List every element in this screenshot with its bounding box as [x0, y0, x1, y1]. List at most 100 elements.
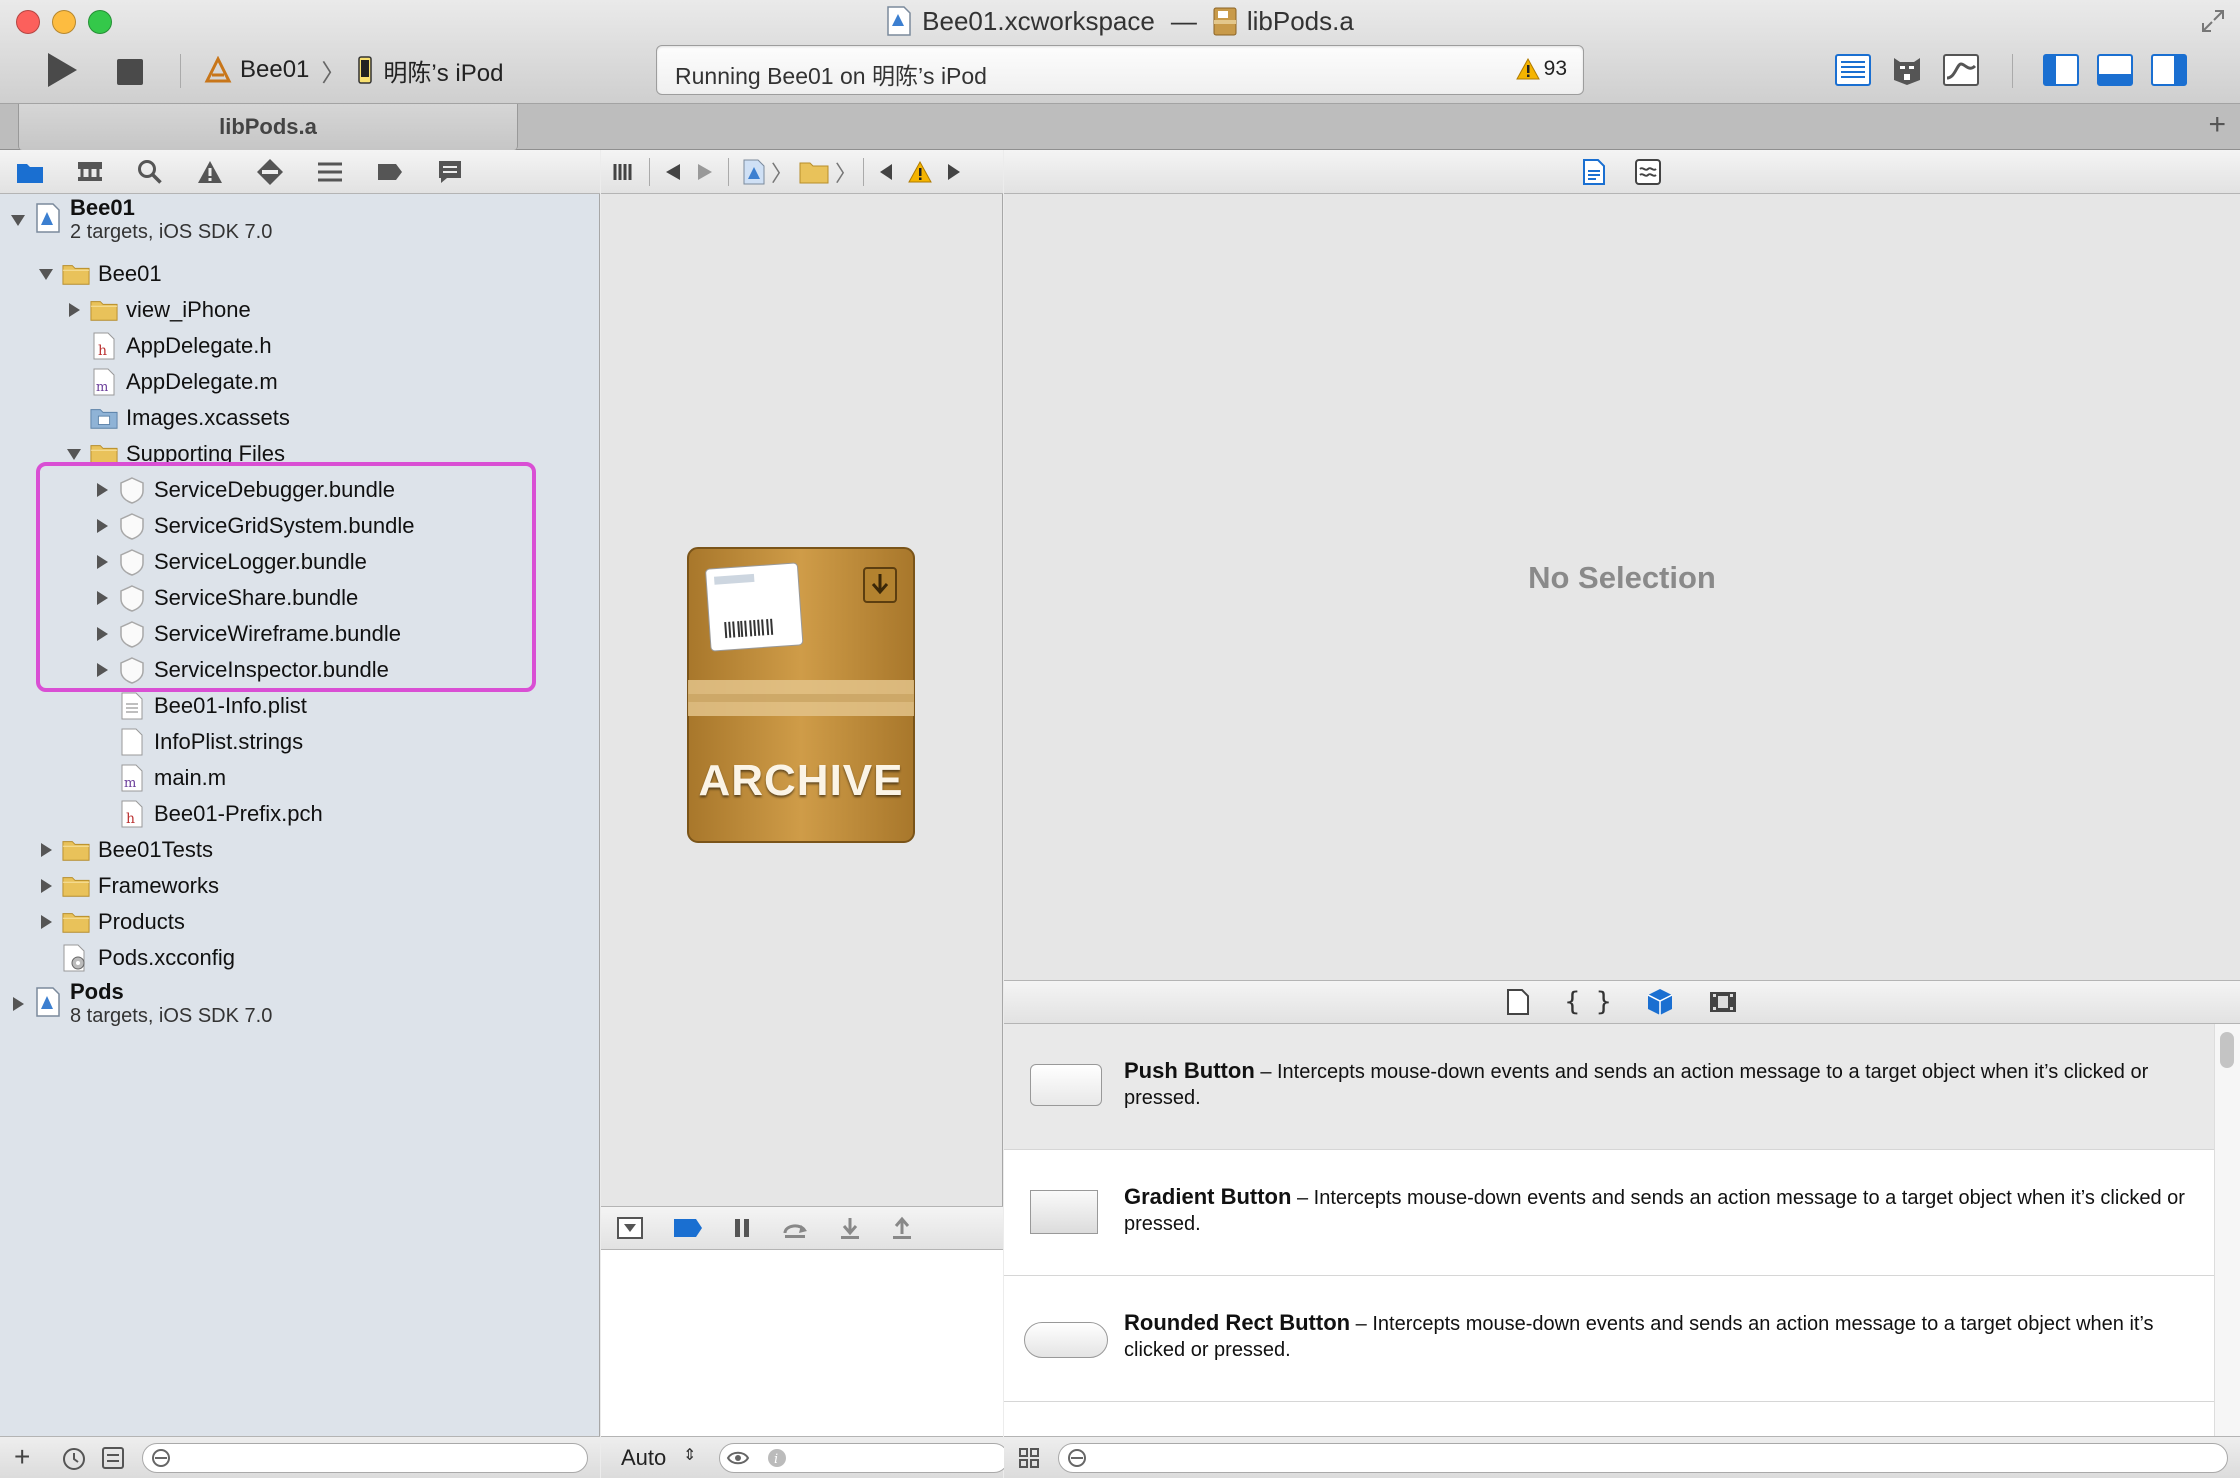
tree-item-label: Pods: [70, 979, 124, 1004]
library-item-gradient-button[interactable]: Gradient Button – Intercepts mouse-down …: [1004, 1150, 2214, 1276]
media-library-icon[interactable]: [1709, 990, 1737, 1014]
tree-item-project-bee01[interactable]: Bee01 2 targets, iOS SDK 7.0: [8, 196, 272, 250]
test-navigator-icon[interactable]: [240, 150, 300, 194]
step-out-icon[interactable]: [891, 1216, 913, 1240]
object-library-icon[interactable]: [1647, 988, 1673, 1016]
tree-item-file[interactable]: m main.m: [118, 760, 226, 796]
quick-help-icon[interactable]: [1635, 158, 1661, 185]
toggle-debug-area-icon[interactable]: [2088, 50, 2142, 90]
step-into-icon[interactable]: [839, 1216, 861, 1240]
library-item-rounded-rect-button[interactable]: Rounded Rect Button – Intercepts mouse-d…: [1004, 1276, 2214, 1402]
breakpoints-toggle-icon[interactable]: [673, 1217, 703, 1239]
back-arrow-icon[interactable]: [664, 162, 682, 182]
disclosure-collapsed-icon[interactable]: [36, 840, 56, 860]
tree-item-group-bee01tests[interactable]: Bee01Tests: [36, 832, 213, 868]
jump-bar: 〉 〉: [601, 150, 1003, 194]
tree-item-file[interactable]: m AppDelegate.m: [90, 364, 278, 400]
version-editor-icon[interactable]: [1934, 50, 1988, 90]
window-title: Bee01.xcworkspace — libPods.a: [0, 5, 2240, 37]
toolbar-divider: [2012, 54, 2013, 88]
step-over-icon[interactable]: [781, 1217, 809, 1239]
navigator-footer: +: [0, 1436, 600, 1478]
assistant-editor-icon[interactable]: [1880, 50, 1934, 90]
disclosure-expanded-icon[interactable]: [36, 264, 56, 284]
disclosure-expanded-icon[interactable]: [64, 444, 84, 464]
tree-item-file[interactable]: Bee01-Info.plist: [118, 688, 307, 724]
pause-icon[interactable]: [733, 1217, 751, 1239]
code-snippet-library-icon[interactable]: { }: [1565, 987, 1612, 1017]
file-title: libPods.a: [1246, 5, 1354, 36]
issue-navigator-icon[interactable]: [180, 150, 240, 194]
asset-catalog-icon: [90, 404, 118, 432]
next-issue-icon[interactable]: [946, 162, 962, 182]
breadcrumb-project-icon[interactable]: [743, 159, 765, 185]
run-button[interactable]: [42, 50, 82, 90]
tree-item-label: Pods.xcconfig: [98, 945, 235, 970]
workspace-title: Bee01.xcworkspace: [922, 5, 1155, 36]
disclosure-expanded-icon[interactable]: [8, 210, 28, 230]
svg-text:m: m: [124, 776, 136, 791]
breakpoint-navigator-icon[interactable]: [360, 150, 420, 194]
debug-navigator-icon[interactable]: [300, 150, 360, 194]
plist-icon: [118, 692, 146, 720]
console-filter-field[interactable]: i: [719, 1443, 1009, 1473]
tree-item-file[interactable]: InfoPlist.strings: [118, 724, 303, 760]
breadcrumb-chevron-icon: 〉: [771, 160, 794, 186]
tree-item-file[interactable]: Pods.xcconfig: [62, 940, 235, 976]
scheme-name[interactable]: Bee01: [240, 56, 309, 84]
fullscreen-icon[interactable]: [2200, 8, 2226, 34]
tree-item-project-pods[interactable]: Pods 8 targets, iOS SDK 7.0: [8, 980, 272, 1034]
tree-item-group-frameworks[interactable]: Frameworks: [36, 868, 219, 904]
add-file-button[interactable]: +: [14, 1441, 30, 1473]
toggle-navigator-icon[interactable]: [2034, 50, 2088, 90]
disclosure-collapsed-icon[interactable]: [36, 912, 56, 932]
tab-libpods[interactable]: libPods.a: [18, 104, 518, 150]
library-scrollbar[interactable]: [2214, 1024, 2240, 1436]
tree-item-file[interactable]: h Bee01-Prefix.pch: [118, 796, 323, 832]
disclosure-collapsed-icon[interactable]: [8, 994, 28, 1014]
strings-file-icon: [118, 728, 146, 756]
library-item-push-button[interactable]: Push Button – Intercepts mouse-down even…: [1004, 1024, 2214, 1150]
forward-arrow-icon[interactable]: [696, 162, 714, 182]
navigator-filter-field[interactable]: [142, 1443, 588, 1473]
file-inspector-icon[interactable]: [1583, 158, 1605, 185]
library-filter-field[interactable]: [1058, 1443, 2228, 1473]
warning-count-badge[interactable]: 93: [1515, 57, 1567, 81]
project-navigator-folder-icon[interactable]: [0, 150, 60, 194]
tree-item-file[interactable]: Images.xcassets: [90, 400, 290, 436]
scheme-selector[interactable]: Bee01 〉 明陈’s iPod: [204, 52, 503, 88]
folder-icon: [62, 260, 90, 288]
related-items-icon[interactable]: [613, 162, 635, 182]
search-icon[interactable]: [120, 150, 180, 194]
debug-console[interactable]: [601, 1250, 1003, 1436]
file-template-library-icon[interactable]: [1506, 989, 1529, 1015]
standard-editor-icon[interactable]: [1826, 50, 1880, 90]
breadcrumb-chevron-icon: 〉: [835, 160, 858, 186]
disclosure-collapsed-icon[interactable]: [64, 300, 84, 320]
tree-item-group-bee01[interactable]: Bee01: [36, 256, 162, 292]
add-tab-button[interactable]: +: [2208, 108, 2226, 142]
updown-arrows-icon[interactable]: ⇕: [683, 1445, 696, 1465]
device-name[interactable]: 明陈’s iPod: [383, 53, 503, 88]
tree-item-group-view-iphone[interactable]: view_iPhone: [64, 292, 251, 328]
recent-files-icon[interactable]: [62, 1447, 86, 1471]
source-control-filter-icon[interactable]: [102, 1447, 124, 1469]
tree-item-group-products[interactable]: Products: [36, 904, 185, 940]
symbol-navigator-icon[interactable]: [60, 150, 120, 194]
disclosure-collapsed-icon[interactable]: [36, 876, 56, 896]
tree-item-file[interactable]: h AppDelegate.h: [90, 328, 272, 364]
grid-view-icon[interactable]: [1018, 1447, 1040, 1469]
editor-mode-segment: [1826, 50, 1988, 90]
issue-warning-icon[interactable]: [908, 160, 932, 183]
jump-bar-divider: [728, 157, 729, 186]
svg-text:h: h: [126, 811, 135, 827]
stop-button[interactable]: [110, 52, 150, 92]
library-scroll-thumb[interactable]: [2220, 1032, 2234, 1068]
previous-issue-icon[interactable]: [878, 162, 894, 182]
breadcrumb-folder-icon[interactable]: [799, 160, 829, 184]
log-navigator-icon[interactable]: [420, 150, 480, 194]
hide-debug-area-icon[interactable]: [617, 1217, 643, 1239]
toggle-utilities-icon[interactable]: [2142, 50, 2196, 90]
tree-item-label: Frameworks: [98, 873, 220, 898]
variables-view-mode[interactable]: Auto: [621, 1445, 666, 1471]
